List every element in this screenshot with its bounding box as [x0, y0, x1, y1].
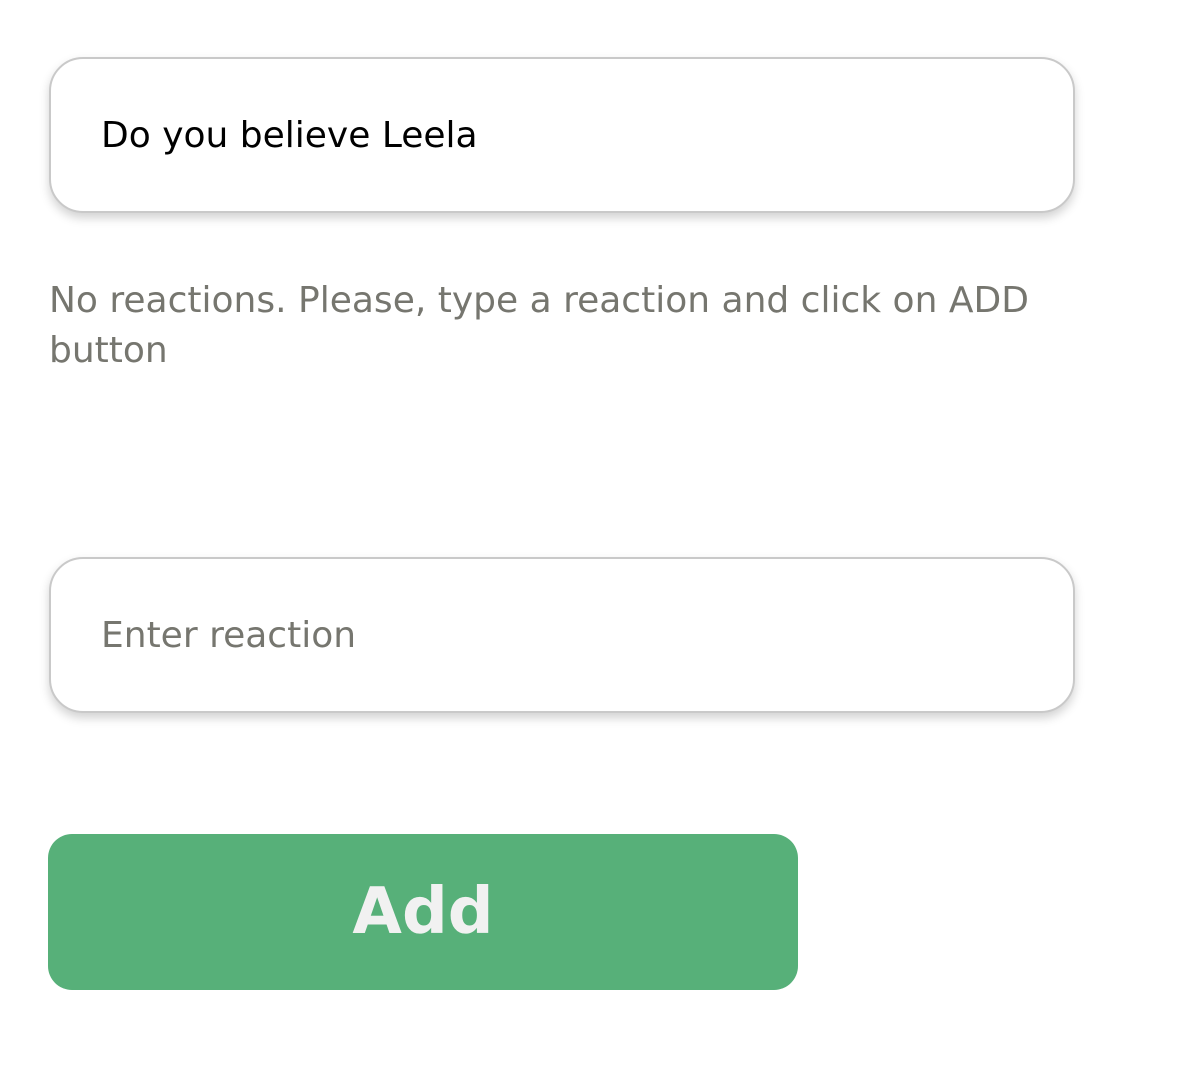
no-reactions-message: No reactions. Please, type a reaction an…: [49, 280, 1029, 371]
reaction-input[interactable]: [49, 557, 1075, 713]
question-input[interactable]: [49, 57, 1075, 213]
add-button[interactable]: Add: [48, 834, 798, 990]
reaction-form: No reactions. Please, type a reaction an…: [0, 0, 1178, 1086]
